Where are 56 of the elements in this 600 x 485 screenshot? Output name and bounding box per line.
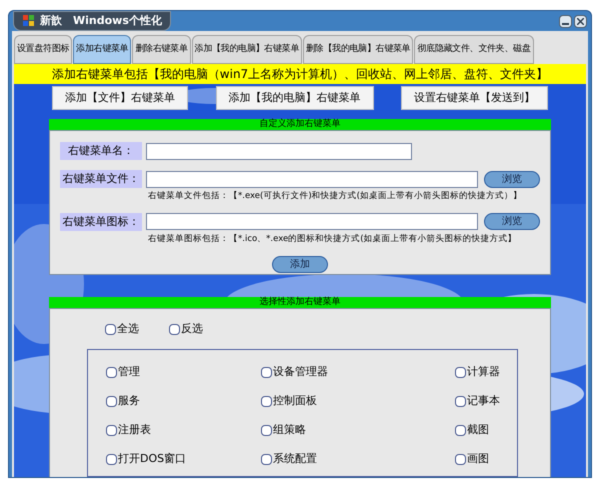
input-field[interactable] (146, 170, 478, 188)
action-button[interactable]: 设置右键菜单【发送到】 (401, 86, 548, 110)
checkbox[interactable] (106, 425, 117, 436)
browse-button[interactable]: 浏览 (484, 170, 540, 188)
checkbox-label: 记事本 (467, 393, 500, 410)
action-button[interactable]: 添加【我的电脑】右键菜单 (216, 86, 374, 110)
field-label: 右键菜单名： (60, 142, 142, 160)
checkbox[interactable] (106, 367, 117, 378)
checkbox-label: 系统配置 (273, 451, 317, 468)
checkbox[interactable] (106, 396, 117, 407)
checkbox[interactable] (261, 367, 272, 378)
close-icon (577, 18, 584, 24)
checkbox-label: 服务 (118, 393, 140, 410)
checkbox-label: 截图 (467, 422, 489, 438)
checkbox-label: 计算器 (467, 364, 500, 380)
action-button[interactable]: 添加【文件】右键菜单 (52, 86, 188, 110)
field-label: 右键菜单文件： (60, 170, 142, 188)
hint-text: 右键菜单图标包括：【*.ico、*.exe的图标和快捷方式(如桌面上带有小箭头图标的快捷方式】 (148, 232, 518, 246)
tab[interactable]: 删除【我的电脑】右键菜单 (303, 35, 414, 64)
tab[interactable]: 彻底隐藏文件、文件夹、磁盘 (414, 35, 534, 64)
checkbox[interactable] (169, 324, 180, 334)
tab[interactable]: 添加【我的电脑】右键菜单 (192, 35, 302, 64)
checkbox[interactable] (455, 396, 466, 407)
close-button[interactable] (574, 14, 587, 28)
checkbox-label: 注册表 (118, 422, 151, 438)
checkbox-label: 控制面板 (273, 393, 317, 410)
checkbox[interactable] (105, 324, 116, 334)
window-title: 新歆 Windows个性化 (40, 12, 162, 29)
browse-button[interactable]: 浏览 (484, 213, 540, 230)
checkbox-label: 组策略 (273, 422, 306, 438)
checkbox[interactable] (261, 396, 272, 407)
add-button[interactable]: 添加 (272, 256, 328, 272)
panel-header: 自定义添加右键菜单 (49, 119, 551, 130)
input-field[interactable] (146, 213, 478, 230)
checkbox-label: 反选 (181, 320, 203, 337)
tab[interactable]: 设置盘符图标 (14, 35, 72, 64)
tab[interactable]: 添加右键菜单 (73, 35, 132, 64)
minimize-button[interactable] (559, 14, 572, 28)
tab[interactable]: 删除右键菜单 (132, 35, 191, 64)
input-field[interactable] (146, 142, 412, 160)
info-banner: 添加右键菜单包括【我的电脑（win7上名称为计算机）、回收站、网上邻居、盘符、文件夹】 (14, 64, 586, 84)
checkbox-label: 全选 (117, 320, 139, 337)
checkbox[interactable] (455, 454, 466, 465)
hint-text: 右键菜单文件包括：【*.exe(可执行文件)和快捷方式(如桌面上带有小箭头图标的快捷方式）】 (148, 190, 523, 203)
checkbox[interactable] (455, 425, 466, 436)
checkbox-label: 打开DOS窗口 (118, 451, 186, 468)
windows-logo-icon (22, 14, 36, 28)
checkbox[interactable] (106, 454, 117, 465)
checkbox-label: 画图 (467, 451, 489, 468)
checkbox[interactable] (455, 367, 466, 378)
checkbox[interactable] (261, 454, 272, 465)
checkbox[interactable] (261, 425, 272, 436)
panel-header: 选择性添加右键菜单 (49, 297, 551, 308)
field-label: 右键菜单图标： (60, 212, 142, 231)
checkbox-label: 设备管理器 (273, 364, 328, 380)
checkbox-label: 管理 (118, 364, 140, 380)
